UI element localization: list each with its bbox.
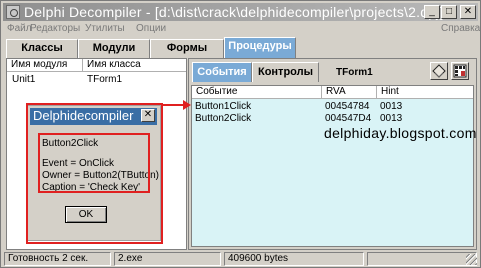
list-header: Имя модуля Имя класса (7, 59, 186, 72)
form-name-label: TForm1 (336, 67, 373, 78)
grid-icon[interactable] (451, 62, 469, 80)
event-hint-cell[interactable]: 0013 (380, 113, 402, 124)
column-rva[interactable]: RVA (322, 86, 377, 99)
diamond-icon[interactable] (430, 62, 448, 80)
column-module-name[interactable]: Имя модуля (7, 59, 83, 72)
status-empty (367, 252, 477, 266)
event-name-cell[interactable]: Button1Click (195, 101, 251, 112)
tab-modules[interactable]: Модули (78, 39, 150, 58)
tab-events[interactable]: События (192, 62, 252, 82)
tab-procedures[interactable]: Процедуры (224, 37, 296, 58)
event-hint-cell[interactable]: 0013 (380, 101, 402, 112)
events-list-header: Событие RVA Hint (192, 86, 473, 99)
menu-help[interactable]: Справка (441, 23, 480, 34)
tab-classes[interactable]: Классы (6, 39, 78, 58)
window-title: Delphi Decompiler - [d:\dist\crack\delph… (24, 4, 444, 20)
column-hint[interactable]: Hint (377, 86, 473, 99)
events-list[interactable]: Событие RVA Hint Button1Click 00454784 0… (191, 85, 474, 247)
app-icon[interactable] (6, 5, 20, 19)
menu-editors[interactable]: Редакторы (30, 23, 80, 34)
resize-grip[interactable] (466, 254, 477, 265)
status-ready: Готовность 2 сек. (4, 252, 111, 266)
status-file: 2.exe (114, 252, 221, 266)
menu-options[interactable]: Опции (136, 23, 166, 34)
column-class-name[interactable]: Имя класса (83, 59, 186, 72)
status-bar: Готовность 2 сек. 2.exe 409600 bytes (4, 251, 478, 266)
menu-utilities[interactable]: Утилиты (85, 23, 125, 34)
event-rva-cell[interactable]: 004547D4 (325, 113, 371, 124)
main-window: Delphi Decompiler - [d:\dist\crack\delph… (0, 0, 481, 268)
event-rva-cell[interactable]: 00454784 (325, 101, 370, 112)
title-bar: Delphi Decompiler - [d:\dist\crack\delph… (3, 3, 478, 21)
column-event[interactable]: Событие (192, 86, 322, 99)
annotation-arrow-icon (163, 100, 191, 110)
menu-bar: Файл Редакторы Утилиты Опции Справка (5, 22, 480, 36)
blog-watermark: delphiday.blogspot.com (324, 125, 477, 141)
module-name-cell[interactable]: Unit1 (12, 74, 35, 85)
tab-controls[interactable]: Контролы (252, 62, 319, 82)
menu-file[interactable]: Файл (7, 23, 32, 34)
tab-forms[interactable]: Формы (150, 39, 224, 58)
minimize-button[interactable]: _ (424, 5, 440, 19)
class-name-cell[interactable]: TForm1 (87, 74, 122, 85)
event-name-cell[interactable]: Button2Click (195, 113, 251, 124)
close-button[interactable]: ✕ (460, 5, 476, 19)
events-panel: События Контролы TForm1 Событие RVA Hint… (188, 58, 477, 250)
status-size: 409600 bytes (224, 252, 364, 266)
maximize-button[interactable]: □ (441, 5, 457, 19)
annotation-frame-inner (38, 133, 150, 193)
